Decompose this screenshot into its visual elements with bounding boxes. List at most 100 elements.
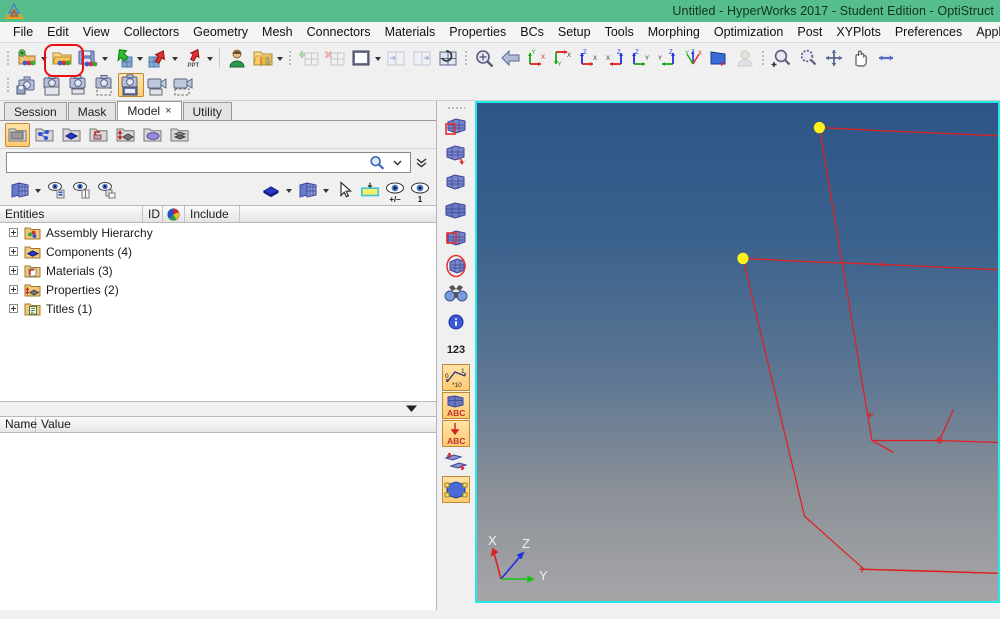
new-model-icon[interactable] (14, 46, 40, 70)
split-window-icon[interactable] (409, 46, 435, 70)
zoom-in-icon[interactable] (769, 46, 795, 70)
col-entities[interactable]: Entities (0, 206, 143, 222)
single-window-icon[interactable] (348, 46, 374, 70)
tree-item-titles[interactable]: Titles (1) (0, 299, 436, 318)
menu-view[interactable]: View (76, 23, 117, 41)
tab-model[interactable]: Model × (117, 101, 182, 120)
tree-scroll-down[interactable] (0, 401, 436, 416)
pointer-cursor-icon[interactable] (333, 177, 357, 203)
double-chevron-down-icon[interactable] (411, 152, 431, 173)
abc-arrow-icon[interactable]: ABC (442, 420, 470, 447)
element-edit-icon[interactable] (442, 168, 470, 195)
tree-item-assembly-hierarchy[interactable]: Assembly Hierarchy (0, 223, 436, 242)
menu-geometry[interactable]: Geometry (186, 23, 255, 41)
stack-folder-icon[interactable] (167, 123, 192, 147)
zoom-out-icon[interactable] (795, 46, 821, 70)
menu-materials[interactable]: Materials (378, 23, 443, 41)
export-icon[interactable] (145, 46, 171, 70)
menu-optimization[interactable]: Optimization (707, 23, 790, 41)
property-folder-icon[interactable] (113, 123, 138, 147)
show-entity-icon[interactable] (45, 177, 69, 203)
menu-applications[interactable]: Applications (969, 23, 1000, 41)
col-id[interactable]: ID (143, 206, 163, 222)
import-icon[interactable] (110, 46, 136, 70)
toolbar-grip-4[interactable] (760, 47, 767, 69)
menu-preferences[interactable]: Preferences (888, 23, 969, 41)
expander-icon[interactable] (9, 266, 18, 275)
view-zy-flip-icon[interactable]: ZY (654, 46, 680, 70)
connector-folder-icon[interactable] (32, 123, 57, 147)
view-zy-icon[interactable]: ZY (628, 46, 654, 70)
color-folder-caret-icon[interactable] (276, 46, 285, 70)
import-caret-icon[interactable] (136, 46, 145, 70)
element-mesh-icon[interactable] (442, 196, 470, 223)
magnifier-icon[interactable] (366, 153, 387, 172)
expander-icon[interactable] (9, 228, 18, 237)
back-arrow-icon[interactable] (498, 46, 524, 70)
mesh-display-caret-icon[interactable] (321, 177, 332, 203)
color-wheel-icon[interactable] (163, 206, 185, 222)
close-icon[interactable]: × (165, 105, 171, 117)
abc-label-icon[interactable]: ABC (442, 392, 470, 419)
save-model-icon[interactable] (75, 46, 101, 70)
pan-icon[interactable] (847, 46, 873, 70)
element-color-caret-icon[interactable] (284, 177, 295, 203)
search-input[interactable] (12, 155, 366, 169)
eye-plus-minus-icon[interactable]: +/– (383, 177, 407, 204)
info-icon[interactable] (442, 308, 470, 335)
capture-region-icon[interactable] (92, 73, 118, 97)
binoculars-icon[interactable] (442, 280, 470, 307)
open-model-icon[interactable] (49, 46, 75, 70)
loadcase-folder-icon[interactable] (86, 123, 111, 147)
menu-tools[interactable]: Tools (598, 23, 641, 41)
tab-session[interactable]: Session (4, 102, 67, 120)
mesh-display-icon[interactable] (296, 177, 320, 203)
menu-connectors[interactable]: Connectors (300, 23, 378, 41)
window-layout-caret-icon[interactable] (374, 46, 383, 70)
isolate-entity-icon[interactable] (95, 177, 119, 203)
color-folder-icon[interactable] (250, 46, 276, 70)
tab-utility[interactable]: Utility (182, 102, 232, 120)
menu-post[interactable]: Post (790, 23, 829, 41)
menu-setup[interactable]: Setup (551, 23, 598, 41)
menu-collectors[interactable]: Collectors (117, 23, 187, 41)
element-circle-icon[interactable] (442, 252, 470, 279)
element-color-icon[interactable] (259, 177, 283, 203)
export-ppt-caret-icon[interactable] (206, 46, 215, 70)
delete-page-icon[interactable] (322, 46, 348, 70)
node-box-icon[interactable] (442, 476, 470, 503)
new-model-caret-icon[interactable] (40, 46, 49, 70)
view-zx-flip-icon[interactable]: ZX (602, 46, 628, 70)
element-corner-icon[interactable] (442, 224, 470, 251)
save-model-caret-icon[interactable] (101, 46, 110, 70)
capture-graphic-icon[interactable] (40, 73, 66, 97)
fit-icon[interactable] (821, 46, 847, 70)
element-move-icon[interactable] (442, 140, 470, 167)
capture-active-icon[interactable] (118, 72, 144, 97)
menu-bcs[interactable]: BCs (513, 23, 551, 41)
view-xy-flip-icon[interactable]: XY (550, 46, 576, 70)
component-folder-icon[interactable] (59, 123, 84, 147)
display-mode-caret-icon[interactable] (33, 177, 44, 203)
toolbar-grip[interactable] (5, 47, 12, 69)
tree-item-materials[interactable]: Materials (3) (0, 261, 436, 280)
vertical-toolbar-grip[interactable] (443, 104, 469, 112)
hide-entity-icon[interactable] (70, 177, 94, 203)
translate-icon[interactable] (442, 448, 470, 475)
menu-properties[interactable]: Properties (442, 23, 513, 41)
menu-mesh[interactable]: Mesh (255, 23, 300, 41)
view-zx-icon[interactable]: ZX (576, 46, 602, 70)
expander-icon[interactable] (9, 247, 18, 256)
display-mode-icon[interactable] (8, 177, 32, 203)
tree-item-components[interactable]: Components (4) (0, 242, 436, 261)
name-value-body[interactable] (0, 432, 436, 610)
tab-mask[interactable]: Mask (67, 102, 117, 120)
menu-xyplots[interactable]: XYPlots (829, 23, 887, 41)
rotate-icon[interactable] (873, 46, 899, 70)
view-iso-icon[interactable]: Y Z X (680, 46, 706, 70)
toolbar-grip-2[interactable] (287, 47, 294, 69)
expander-icon[interactable] (9, 285, 18, 294)
export-caret-icon[interactable] (171, 46, 180, 70)
nv-col-value[interactable]: Value (36, 417, 436, 431)
menu-edit[interactable]: Edit (40, 23, 76, 41)
